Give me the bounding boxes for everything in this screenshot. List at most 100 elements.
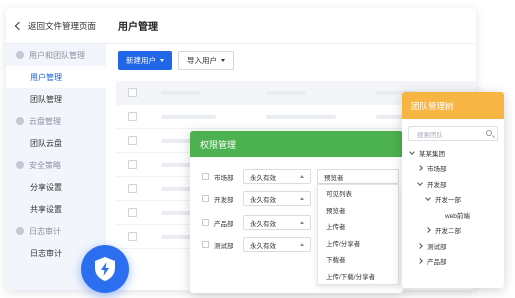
permission-panel-title: 权限管理 xyxy=(190,131,403,157)
header-placeholder xyxy=(161,91,201,95)
permission-row[interactable]: 开发部 xyxy=(202,191,234,206)
cloud-icon xyxy=(16,117,24,125)
cell-placeholder xyxy=(161,115,216,119)
sidebar-item-team-management[interactable]: 团队管理 xyxy=(6,88,106,110)
back-to-files-link[interactable]: 返回文件管理页面 xyxy=(6,8,106,44)
chevron-right-icon xyxy=(425,227,431,234)
caret-up-icon xyxy=(300,175,304,178)
row-checkbox[interactable] xyxy=(202,241,209,248)
dept-label: 市场部 xyxy=(214,174,234,182)
security-badge xyxy=(81,245,129,293)
chevron-right-icon xyxy=(417,258,423,265)
sidebar-group-users-teams: 用户和团队管理 xyxy=(6,44,106,66)
toolbar: 新建用户 导入用户 xyxy=(118,51,234,70)
role-option[interactable]: 上传/下载/分享者 xyxy=(318,268,398,285)
permission-row[interactable]: 测试部 xyxy=(202,237,234,252)
row-checkbox[interactable] xyxy=(202,195,209,202)
back-label: 返回文件管理页面 xyxy=(28,20,97,31)
role-option[interactable]: 上传者 xyxy=(318,218,398,235)
tree-node[interactable]: web前端 xyxy=(402,207,504,223)
sidebar-item-collab-settings[interactable]: 共享设置 xyxy=(6,198,106,220)
tree-node-label: 产品部 xyxy=(427,259,447,267)
chevron-down-icon xyxy=(409,148,415,155)
search-icon xyxy=(486,130,492,136)
role-dropdown-menu: 可见列表 预览者 上传者 上传/分享者 下载者 上传/下载/分享者 xyxy=(317,184,399,285)
header-placeholder xyxy=(266,91,306,95)
tree-node[interactable]: 测试部 xyxy=(402,238,504,254)
permission-panel: 权限管理 市场部 永久有效 预览者 开发部 永久有效 产品部 永久有效 测试部 … xyxy=(190,131,403,293)
tree-node[interactable]: 市场部 xyxy=(402,161,504,177)
tree-node[interactable]: 开发部 xyxy=(402,176,504,192)
sidebar: 返回文件管理页面 用户和团队管理 用户管理 团队管理 云盘管理 团队云盘 安全策… xyxy=(6,8,106,290)
dept-label: 产品部 xyxy=(214,220,234,228)
shield-icon xyxy=(16,161,24,169)
caret-down-icon xyxy=(221,59,225,62)
tree-node-label: web前端 xyxy=(445,212,470,220)
row-checkbox[interactable] xyxy=(128,184,137,193)
row-checkbox[interactable] xyxy=(128,112,137,121)
sidebar-item-team-cloud[interactable]: 团队云盘 xyxy=(6,132,106,154)
role-value: 预览者 xyxy=(324,174,344,182)
sidebar-item-user-management[interactable]: 用户管理 xyxy=(6,66,106,88)
group-label: 日志审计 xyxy=(29,226,61,236)
validity-value: 永久有效 xyxy=(250,242,276,250)
team-tree-panel: 团队管理树 搜索团队 某某集团 市场部 开发部 开发一部 web前端 开发二部 … xyxy=(402,92,504,288)
team-search-input[interactable]: 搜索团队 xyxy=(408,126,498,141)
team-tree-title: 团队管理树 xyxy=(402,92,504,119)
page-title: 用户管理 xyxy=(106,8,476,44)
new-user-button[interactable]: 新建用户 xyxy=(118,51,172,70)
chevron-right-icon xyxy=(417,165,423,172)
sidebar-item-share-settings[interactable]: 分享设置 xyxy=(6,176,106,198)
row-checkbox[interactable] xyxy=(202,219,209,226)
role-select[interactable]: 预览者 xyxy=(317,169,399,184)
row-checkbox[interactable] xyxy=(202,173,209,180)
caret-up-icon xyxy=(300,243,304,246)
validity-value: 永久有效 xyxy=(250,196,276,204)
tree-node[interactable]: 开发二部 xyxy=(402,223,504,239)
chevron-right-icon xyxy=(417,242,423,249)
tree-node-label: 开发一部 xyxy=(435,197,461,205)
group-label: 用户和团队管理 xyxy=(29,50,85,60)
group-label: 云盘管理 xyxy=(29,116,61,126)
validity-value: 永久有效 xyxy=(250,174,276,182)
caret-up-icon xyxy=(300,197,304,200)
row-checkbox[interactable] xyxy=(128,160,137,169)
caret-up-icon xyxy=(300,221,304,224)
caret-down-icon xyxy=(160,59,164,62)
role-option[interactable]: 上传/分享者 xyxy=(318,235,398,252)
row-checkbox[interactable] xyxy=(128,136,137,145)
cell-placeholder xyxy=(266,115,336,119)
chevron-down-icon xyxy=(425,195,431,202)
tree-node[interactable]: 产品部 xyxy=(402,254,504,270)
search-placeholder: 搜索团队 xyxy=(417,131,443,139)
validity-select[interactable]: 永久有效 xyxy=(243,191,311,206)
sidebar-group-logs: 日志审计 xyxy=(6,220,106,242)
role-option[interactable]: 下载者 xyxy=(318,251,398,268)
tree-node[interactable]: 开发一部 xyxy=(402,192,504,208)
dept-label: 开发部 xyxy=(214,196,234,204)
validity-select[interactable]: 永久有效 xyxy=(243,237,311,252)
import-user-button[interactable]: 导入用户 xyxy=(178,51,234,70)
shield-lightning-icon xyxy=(95,257,115,281)
tree-node-label: 开发部 xyxy=(427,181,447,189)
validity-select[interactable]: 永久有效 xyxy=(243,215,311,230)
tree-node[interactable]: 某某集团 xyxy=(402,145,504,161)
role-option[interactable]: 预览者 xyxy=(318,202,398,219)
permission-row[interactable]: 市场部 xyxy=(202,169,234,184)
log-icon xyxy=(16,227,24,235)
validity-select[interactable]: 永久有效 xyxy=(243,169,311,184)
row-checkbox[interactable] xyxy=(128,232,137,241)
chevron-left-icon xyxy=(14,21,24,30)
permission-row[interactable]: 产品部 xyxy=(202,215,234,230)
tree-node-label: 市场部 xyxy=(427,166,447,174)
group-label: 安全策略 xyxy=(29,160,61,170)
select-all-checkbox[interactable] xyxy=(128,88,137,97)
role-option[interactable]: 可见列表 xyxy=(318,185,398,202)
tree-node-label: 测试部 xyxy=(427,243,447,251)
validity-value: 永久有效 xyxy=(250,220,276,228)
tree-node-label: 某某集团 xyxy=(419,150,445,158)
chevron-down-icon xyxy=(417,179,423,186)
sidebar-group-cloud: 云盘管理 xyxy=(6,110,106,132)
users-icon xyxy=(16,51,24,59)
row-checkbox[interactable] xyxy=(128,208,137,217)
